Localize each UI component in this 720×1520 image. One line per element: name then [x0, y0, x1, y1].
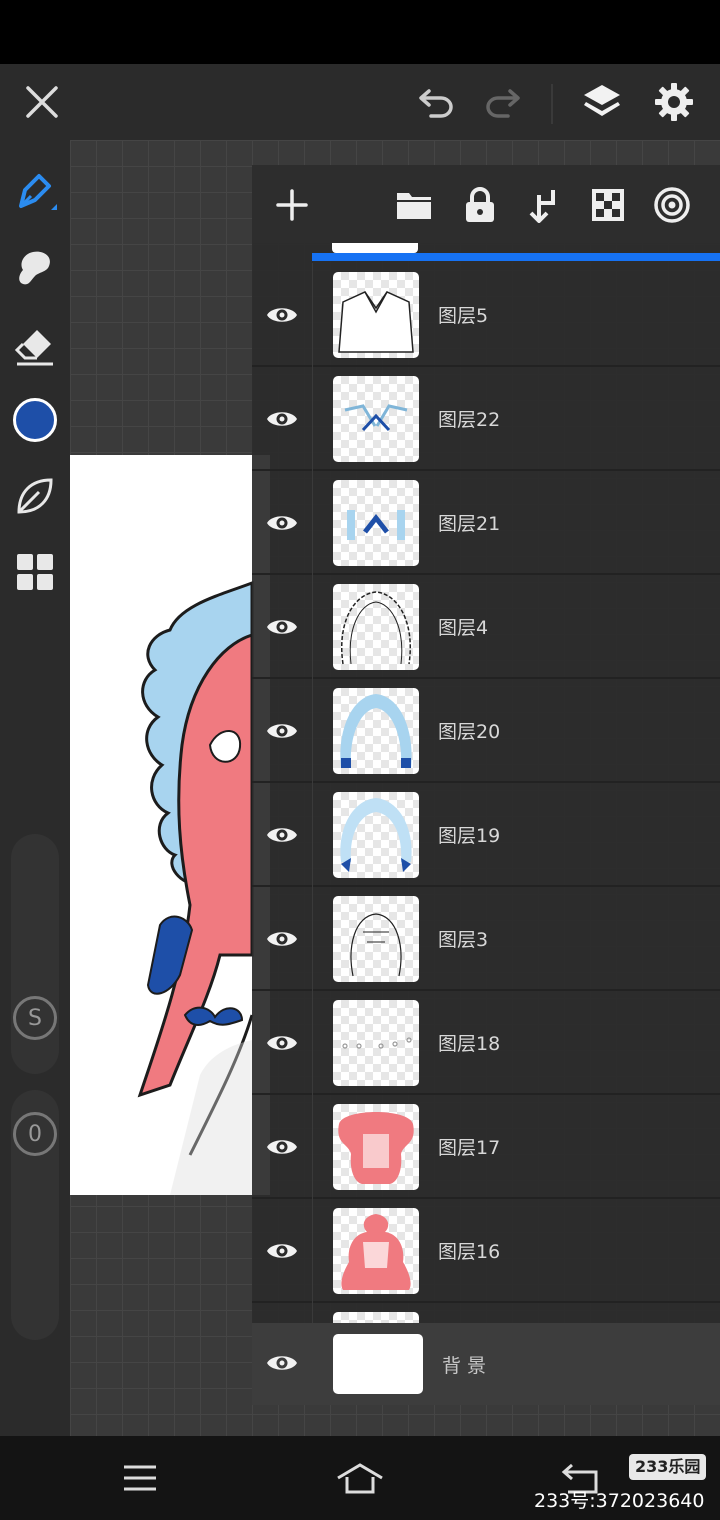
layer-name: 图层19: [438, 825, 501, 847]
layer-thumbnail: [333, 1208, 419, 1294]
row-divider: [312, 991, 313, 1095]
row-divider: [312, 679, 313, 783]
layer-panel: 图层5 图层22 图层21 图层4 图层20 图层19 图层3 图层18 图层1…: [252, 165, 720, 1405]
selected-layer-thumbnail: [332, 243, 418, 253]
layer-row[interactable]: 图层3: [252, 887, 720, 991]
layer-name: 图层17: [438, 1137, 501, 1159]
selection-highlight: [312, 253, 720, 261]
eye-icon[interactable]: [262, 711, 302, 751]
layer-row[interactable]: 图层22: [252, 367, 720, 471]
row-divider: [312, 1199, 313, 1303]
toolbar-divider: [551, 84, 553, 124]
watermark-badge: 233乐园: [629, 1454, 707, 1480]
layer-name: 图层22: [438, 409, 501, 431]
layer-thumbnail: [333, 584, 419, 670]
eye-icon[interactable]: [262, 607, 302, 647]
menu-icon[interactable]: [112, 1454, 168, 1502]
layer-thumbnail: [333, 272, 419, 358]
background-layer-name: 背景: [442, 1355, 493, 1377]
layer-row[interactable]: 图层17: [252, 1095, 720, 1199]
background-layer-row[interactable]: 背景: [252, 1323, 720, 1405]
eye-icon[interactable]: [262, 295, 302, 335]
eye-icon[interactable]: [262, 1023, 302, 1063]
layer-thumbnail: [333, 688, 419, 774]
layer-thumbnail: [333, 792, 419, 878]
layer-row[interactable]: 图层4: [252, 575, 720, 679]
layer-thumbnail: [333, 376, 419, 462]
transparency-icon[interactable]: [586, 183, 630, 227]
layer-thumbnail: [333, 480, 419, 566]
layer-thumbnail: [333, 1000, 419, 1086]
eraser-icon[interactable]: [0, 320, 70, 372]
drawing-canvas[interactable]: [70, 455, 270, 1195]
row-divider: [312, 1095, 313, 1199]
color-swatch[interactable]: [0, 392, 70, 448]
close-icon[interactable]: [18, 78, 66, 126]
undo-icon[interactable]: [412, 78, 462, 126]
smudge-icon[interactable]: [0, 242, 70, 294]
row-divider: [312, 471, 313, 575]
left-tool-rail: S 0: [0, 140, 70, 1436]
layer-name: 图层21: [438, 513, 501, 535]
size-indicator: S: [0, 994, 70, 1042]
eye-icon[interactable]: [262, 399, 302, 439]
top-toolbar: [0, 64, 720, 140]
layer-row[interactable]: 图层19: [252, 783, 720, 887]
eye-icon[interactable]: [262, 1343, 302, 1383]
watermark-text: 233号:372023640: [534, 1490, 705, 1512]
background-thumbnail: [333, 1334, 423, 1394]
row-divider: [312, 263, 313, 367]
row-divider: [312, 783, 313, 887]
eye-icon[interactable]: [262, 815, 302, 855]
add-layer-icon[interactable]: [270, 183, 314, 227]
eye-icon[interactable]: [262, 1127, 302, 1167]
layer-row[interactable]: 图层20: [252, 679, 720, 783]
folder-icon[interactable]: [392, 183, 436, 227]
target-icon[interactable]: [650, 183, 694, 227]
eye-icon[interactable]: [262, 503, 302, 543]
leaf-icon[interactable]: [0, 470, 70, 522]
row-divider: [312, 367, 313, 471]
layer-name: 图层5: [438, 305, 489, 327]
settings-icon[interactable]: [648, 76, 700, 128]
redo-icon[interactable]: [477, 78, 527, 126]
opacity-indicator: 0: [0, 1110, 70, 1158]
row-divider: [312, 887, 313, 991]
eye-icon[interactable]: [262, 919, 302, 959]
layer-row[interactable]: 图层21: [252, 471, 720, 575]
layer-name: 图层3: [438, 929, 489, 951]
layer-panel-toolbar: [252, 165, 720, 243]
layer-name: 图层16: [438, 1241, 501, 1263]
layer-thumbnail: [333, 1104, 419, 1190]
layer-name: 图层4: [438, 617, 489, 639]
merge-down-icon[interactable]: [522, 183, 566, 227]
layer-name: 图层20: [438, 721, 501, 743]
layer-row[interactable]: 图层16: [252, 1199, 720, 1303]
row-divider: [312, 575, 313, 679]
layer-row[interactable]: 图层18: [252, 991, 720, 1095]
pen-icon[interactable]: [0, 166, 70, 218]
layers-icon[interactable]: [576, 76, 628, 128]
home-icon[interactable]: [332, 1454, 388, 1502]
status-bar: [0, 0, 720, 64]
layer-name: 图层18: [438, 1033, 501, 1055]
layer-row[interactable]: 图层5: [252, 263, 720, 367]
lock-icon[interactable]: [458, 183, 502, 227]
layer-thumbnail: [333, 896, 419, 982]
eye-icon[interactable]: [262, 1231, 302, 1271]
artwork: [137, 580, 254, 1195]
selected-layer-strip[interactable]: [252, 243, 720, 263]
grid-icon[interactable]: [0, 546, 70, 598]
